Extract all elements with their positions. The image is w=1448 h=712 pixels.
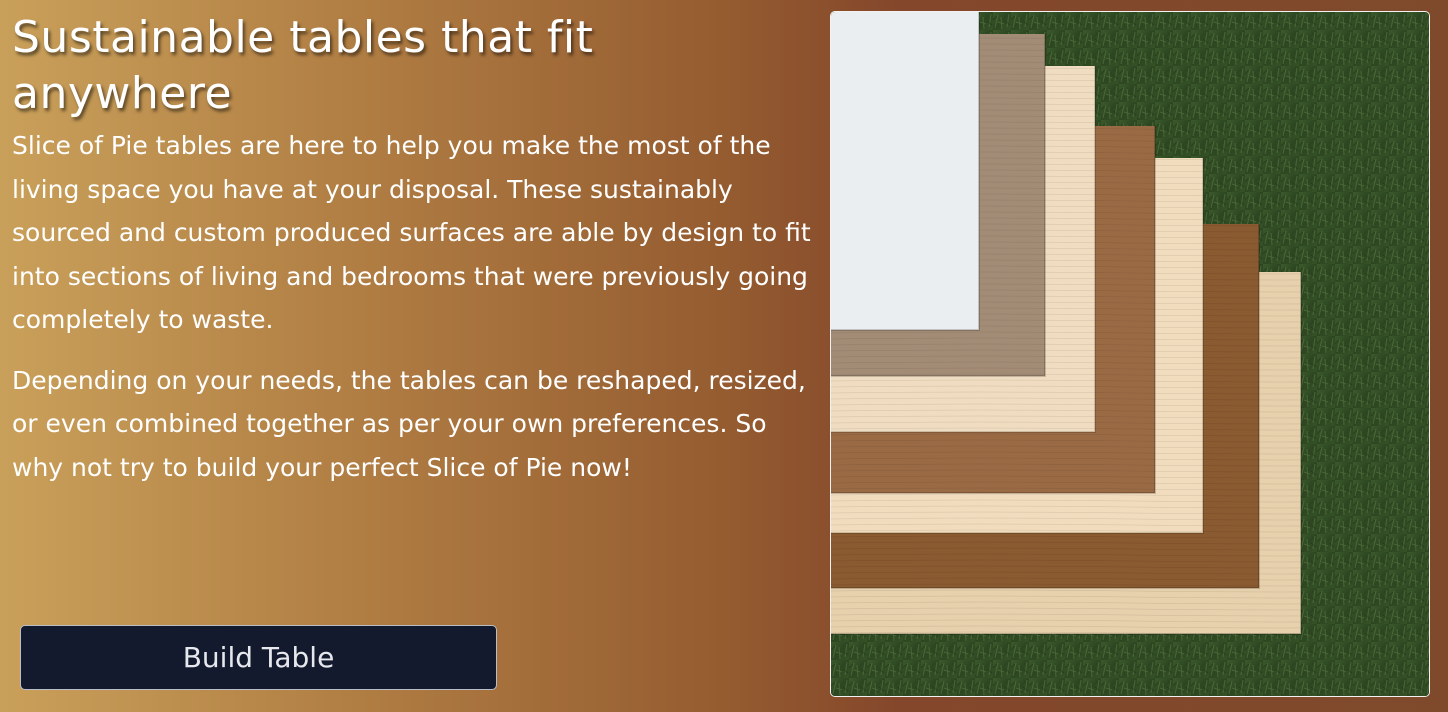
panel-white-laminate <box>831 12 979 330</box>
wood-samples-illustration <box>831 12 1429 696</box>
hero-paragraph-intro: Slice of Pie tables are here to help you… <box>12 131 811 334</box>
hero-text-section: Sustainable tables that fit anywhere Sli… <box>12 10 817 489</box>
wood-samples-image <box>830 11 1430 697</box>
build-table-button[interactable]: Build Table <box>20 625 497 690</box>
hero-paragraph-cta: Depending on your needs, the tables can … <box>12 365 806 482</box>
hero-title: Sustainable tables that fit anywhere <box>12 12 594 119</box>
